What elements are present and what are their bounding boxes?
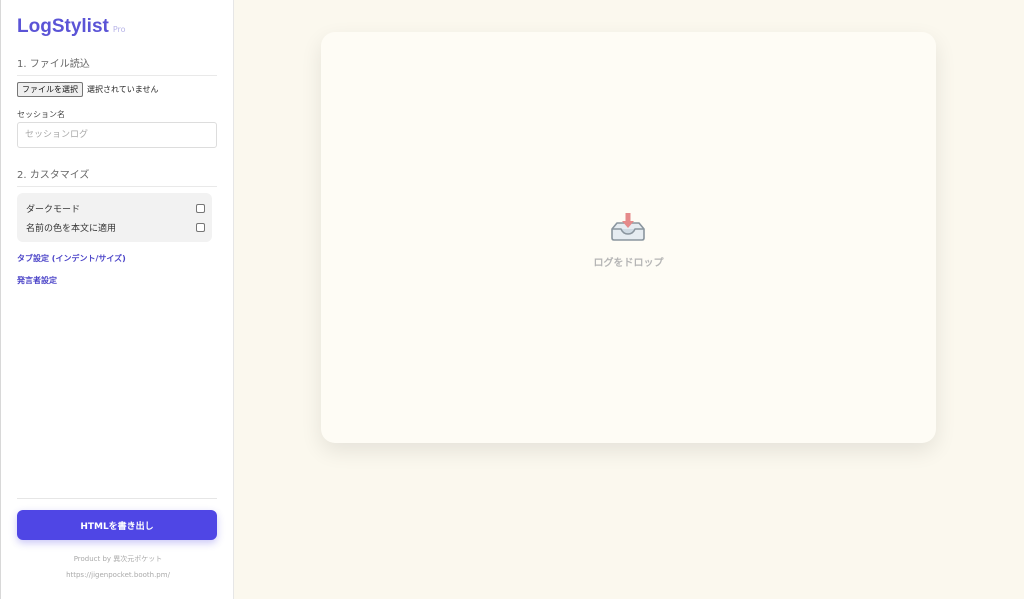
credit-text: Product by 異次元ポケット bbox=[73, 555, 163, 563]
section-customize-title: 2. カスタマイズ bbox=[17, 166, 217, 187]
file-picker: ファイルを選択 選択されていません bbox=[17, 82, 159, 97]
divider bbox=[17, 498, 217, 499]
speaker-settings-link[interactable]: 発言者設定 bbox=[17, 275, 57, 286]
name-color-checkbox[interactable] bbox=[196, 222, 205, 232]
file-status-text: 選択されていません bbox=[87, 85, 159, 94]
section-file-title: 1. ファイル読込 bbox=[17, 55, 217, 76]
app-logo: LogStylist Pro bbox=[17, 16, 126, 38]
logo-tag: Pro bbox=[112, 25, 126, 34]
dark-mode-label: ダークモード bbox=[26, 204, 81, 215]
name-color-option[interactable]: 名前の色を本文に適用 bbox=[26, 220, 205, 234]
log-drop-zone[interactable]: ログをドロップ bbox=[321, 32, 936, 443]
logo-text: LogStylist bbox=[17, 16, 109, 37]
name-color-label: 名前の色を本文に適用 bbox=[26, 223, 117, 234]
session-name-input[interactable] bbox=[17, 122, 217, 148]
inbox-tray-icon bbox=[611, 213, 645, 241]
options-panel: ダークモード 名前の色を本文に適用 bbox=[17, 193, 212, 242]
credit-url[interactable]: https://jigenpocket.booth.pm/ bbox=[1, 571, 235, 579]
tab-settings-link[interactable]: タブ設定 (インデント/サイズ) bbox=[17, 253, 126, 264]
dark-mode-option[interactable]: ダークモード bbox=[26, 201, 205, 215]
drop-zone-text: ログをドロップ bbox=[593, 258, 664, 269]
dark-mode-checkbox[interactable] bbox=[196, 203, 205, 213]
session-name-label: セッション名 bbox=[17, 110, 65, 119]
sidebar: LogStylist Pro 1. ファイル読込 ファイルを選択 選択されていま… bbox=[0, 0, 234, 599]
export-html-button[interactable]: HTMLを書き出し bbox=[17, 510, 217, 540]
choose-file-button[interactable]: ファイルを選択 bbox=[17, 82, 83, 97]
